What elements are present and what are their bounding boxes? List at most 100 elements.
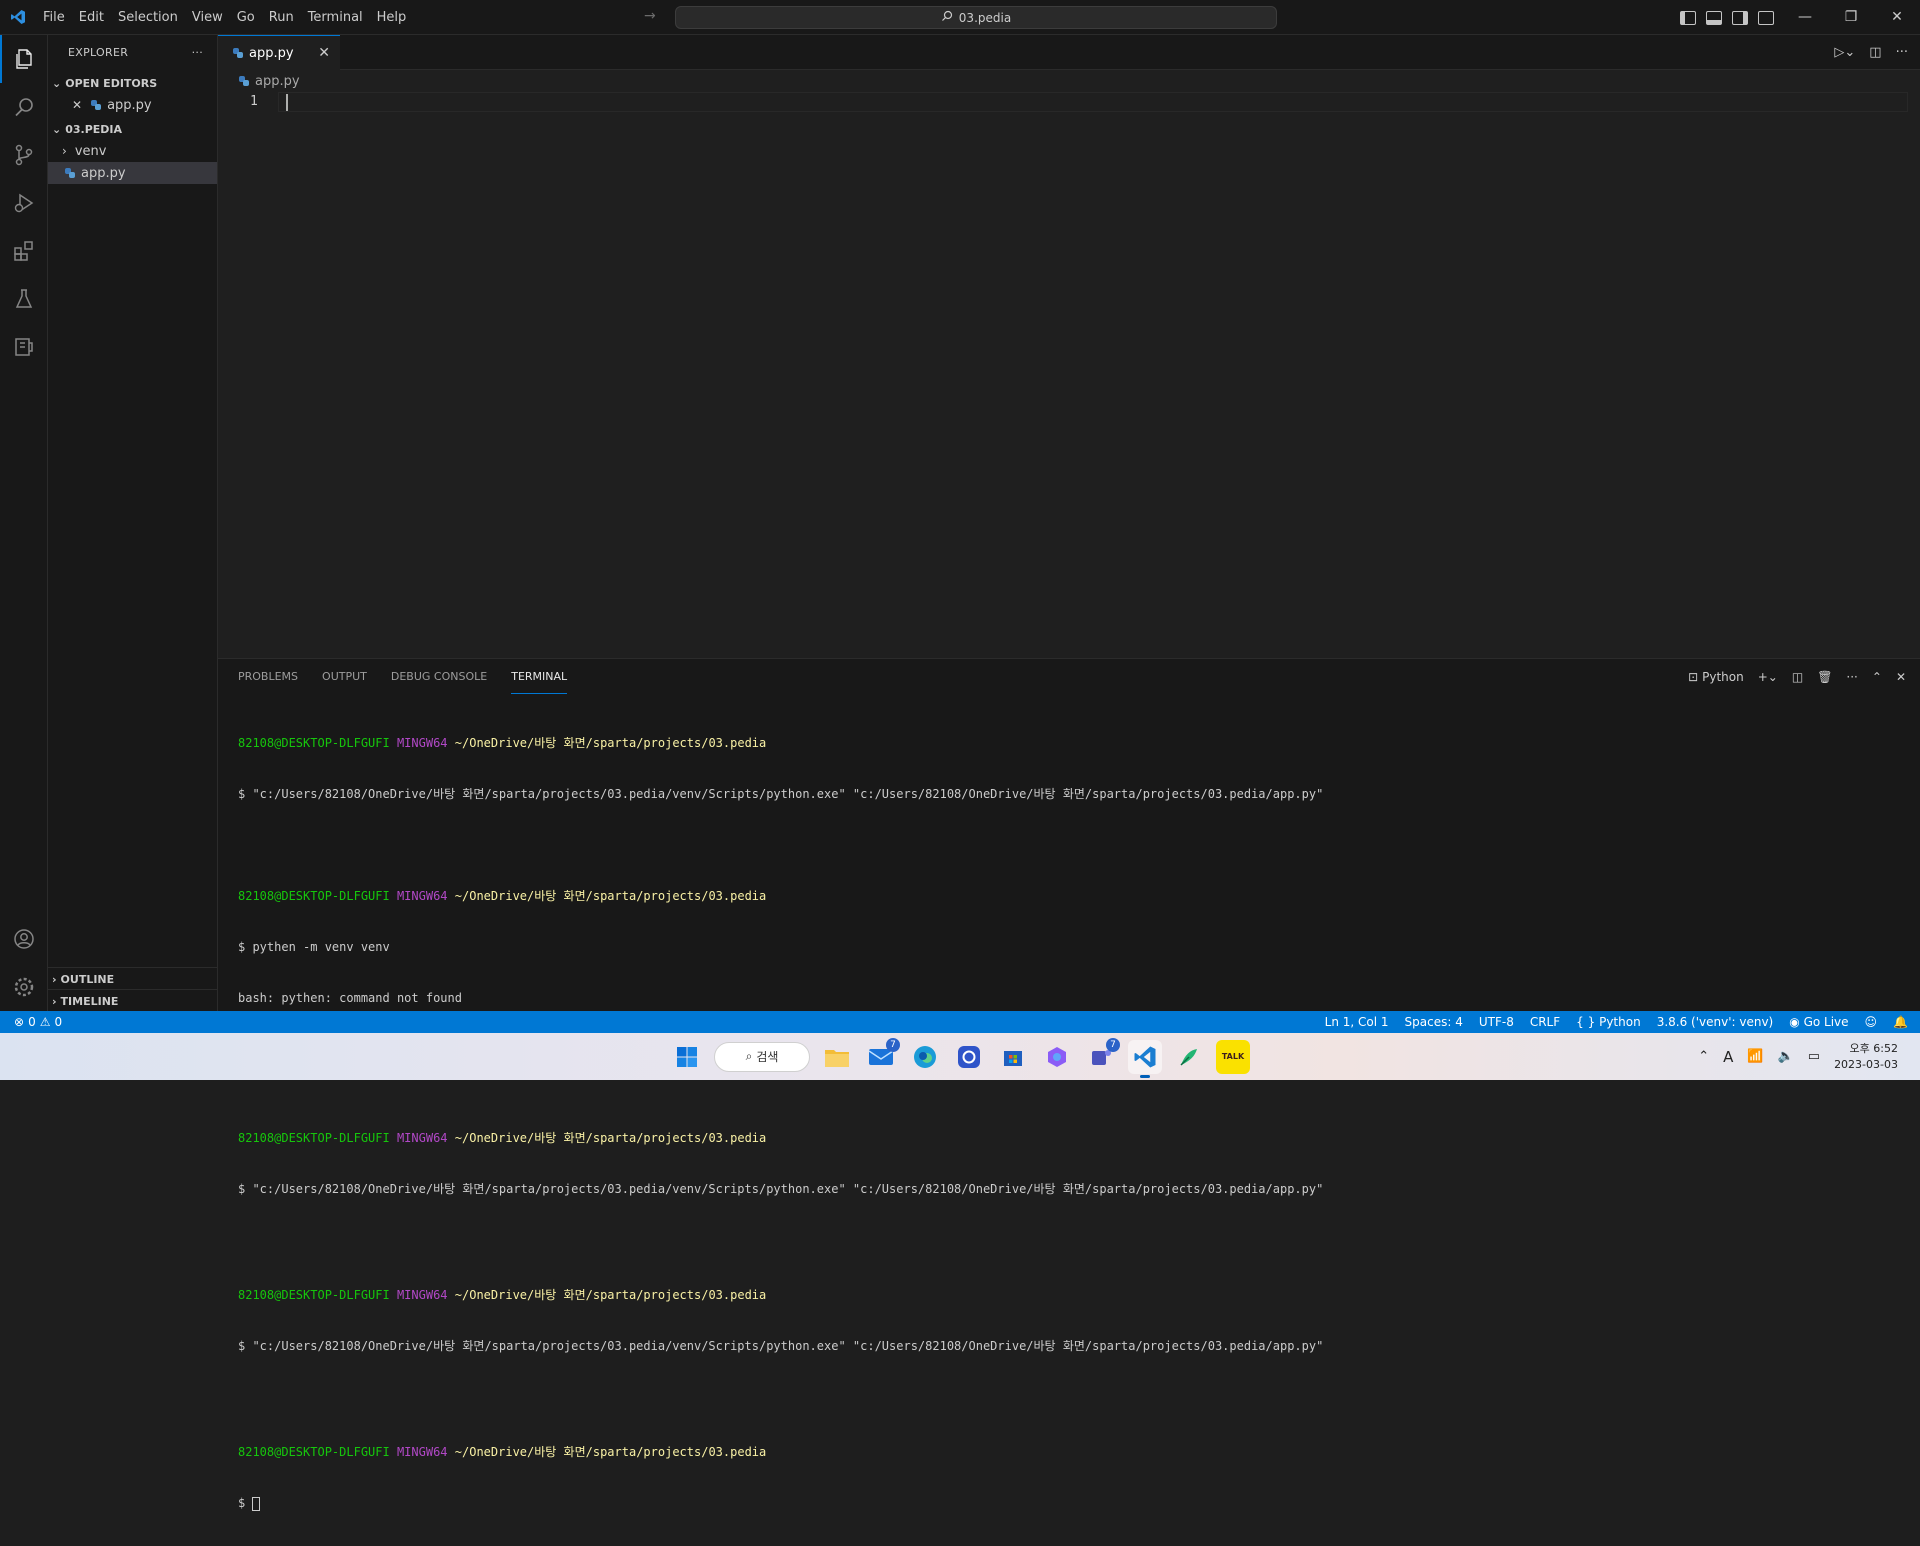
tree-item-label: venv bbox=[74, 143, 107, 159]
chevron-down-icon: ⌄ bbox=[52, 122, 62, 136]
explorer-icon[interactable] bbox=[0, 35, 48, 83]
testing-flask-icon[interactable] bbox=[0, 275, 48, 323]
current-line-highlight bbox=[278, 92, 1908, 112]
more-actions-icon[interactable]: ··· bbox=[1896, 45, 1908, 60]
menu-go[interactable]: Go bbox=[230, 0, 262, 35]
end-of-line[interactable]: CRLF bbox=[1530, 1015, 1560, 1029]
toggle-primary-sidebar-icon[interactable] bbox=[1680, 10, 1696, 25]
volume-icon[interactable]: 🔈 bbox=[1778, 1049, 1794, 1064]
breadcrumb-file[interactable]: app.py bbox=[255, 74, 300, 89]
menu-run[interactable]: Run bbox=[262, 0, 301, 35]
tab-problems[interactable]: PROBLEMS bbox=[238, 659, 298, 694]
edge-browser-icon[interactable] bbox=[908, 1040, 942, 1074]
feather-app-icon[interactable] bbox=[1172, 1040, 1206, 1074]
clock[interactable]: 오후 6:52 2023-03-03 bbox=[1834, 1041, 1898, 1073]
trash-icon[interactable]: 🗑 bbox=[1817, 670, 1832, 684]
gear-icon[interactable] bbox=[0, 963, 48, 1011]
wifi-icon[interactable]: 📶 bbox=[1747, 1049, 1763, 1064]
taskbar-search[interactable]: ⌕ 검색 bbox=[714, 1041, 810, 1072]
maximize-panel-icon[interactable]: ⌃ bbox=[1872, 670, 1882, 684]
new-terminal-icon[interactable]: +⌄ bbox=[1758, 670, 1778, 684]
go-live[interactable]: ◉ Go Live bbox=[1789, 1015, 1848, 1029]
accounts-icon[interactable] bbox=[0, 915, 48, 963]
timeline-section[interactable]: › TIMELINE bbox=[48, 989, 218, 1012]
tab-terminal[interactable]: TERMINAL bbox=[511, 659, 568, 694]
folder-section[interactable]: ⌄ 03.PEDIA bbox=[48, 118, 217, 140]
menu-selection[interactable]: Selection bbox=[111, 0, 185, 35]
minimize-icon[interactable]: — bbox=[1782, 0, 1828, 35]
encoding[interactable]: UTF-8 bbox=[1479, 1015, 1514, 1029]
open-editor-item[interactable]: ✕ app.py bbox=[48, 94, 217, 116]
indentation[interactable]: Spaces: 4 bbox=[1405, 1015, 1463, 1029]
tab-debug-console[interactable]: DEBUG CONSOLE bbox=[391, 659, 487, 694]
open-editor-label: app.py bbox=[107, 97, 152, 113]
more-actions-icon[interactable]: ··· bbox=[1846, 670, 1857, 684]
menu-help[interactable]: Help bbox=[370, 0, 414, 35]
remote-explorer-icon[interactable] bbox=[0, 323, 48, 371]
source-control-icon[interactable] bbox=[0, 131, 48, 179]
feedback-icon[interactable]: ☺ bbox=[1865, 1015, 1878, 1029]
broadcast-icon: ◉ bbox=[1789, 1015, 1800, 1029]
terminal-prompt: 82108@DESKTOP-DLFGUFI MINGW64 ~/OneDrive… bbox=[238, 1445, 767, 1459]
mail-icon[interactable]: 7 bbox=[864, 1037, 900, 1074]
tree-item-venv[interactable]: › venv bbox=[48, 140, 217, 162]
copilot-icon[interactable] bbox=[1040, 1040, 1074, 1074]
outline-title: OUTLINE bbox=[60, 972, 115, 986]
error-icon: ⊗ bbox=[14, 1015, 25, 1029]
toggle-panel-icon[interactable] bbox=[1706, 10, 1722, 25]
line-number: 1 bbox=[250, 94, 258, 109]
battery-icon[interactable]: ▭ bbox=[1808, 1049, 1820, 1064]
text-cursor bbox=[286, 94, 288, 111]
cursor-position[interactable]: Ln 1, Col 1 bbox=[1325, 1015, 1389, 1029]
notifications-bell-icon[interactable]: 🔔 bbox=[1893, 1015, 1908, 1029]
language-mode[interactable]: { } Python bbox=[1576, 1015, 1641, 1029]
chevron-up-icon[interactable]: ⌃ bbox=[1698, 1049, 1709, 1064]
split-terminal-icon[interactable]: ◫ bbox=[1792, 670, 1803, 684]
python-interpreter[interactable]: 3.8.6 ('venv': venv) bbox=[1657, 1015, 1774, 1029]
code-editor[interactable]: 1 bbox=[218, 92, 1920, 658]
more-actions-icon[interactable]: ··· bbox=[192, 46, 203, 59]
tab-output[interactable]: OUTPUT bbox=[322, 659, 367, 694]
command-center[interactable]: 03.pedia bbox=[675, 6, 1277, 29]
vscode-taskbar-icon[interactable] bbox=[1128, 1039, 1162, 1078]
microsoft-store-icon[interactable] bbox=[996, 1040, 1030, 1074]
editor-actions: ▷⌄ ◫ ··· bbox=[1834, 35, 1908, 70]
teams-icon[interactable]: 7 bbox=[1084, 1037, 1120, 1074]
split-editor-icon[interactable]: ◫ bbox=[1869, 45, 1881, 60]
vscode-logo-icon bbox=[0, 0, 36, 35]
close-window-icon[interactable]: ✕ bbox=[1874, 0, 1920, 35]
panel-tabs: PROBLEMS OUTPUT DEBUG CONSOLE TERMINAL bbox=[238, 659, 568, 694]
menu-view[interactable]: View bbox=[185, 0, 230, 35]
customize-layout-icon[interactable] bbox=[1758, 10, 1774, 25]
close-panel-icon[interactable]: ✕ bbox=[1896, 670, 1906, 684]
open-editors-section[interactable]: ⌄ OPEN EDITORS bbox=[48, 72, 217, 94]
toggle-secondary-sidebar-icon[interactable] bbox=[1732, 10, 1748, 25]
menu-edit[interactable]: Edit bbox=[72, 0, 111, 35]
file-explorer-icon[interactable] bbox=[820, 1040, 854, 1074]
tab-app-py[interactable]: app.py ✕ bbox=[218, 35, 340, 70]
search-view-icon[interactable] bbox=[0, 83, 48, 131]
run-debug-icon[interactable] bbox=[0, 179, 48, 227]
outline-section[interactable]: › OUTLINE bbox=[48, 967, 218, 990]
close-icon[interactable]: ✕ bbox=[72, 98, 82, 112]
forward-arrow-icon[interactable]: → bbox=[644, 8, 656, 24]
close-tab-icon[interactable]: ✕ bbox=[318, 45, 330, 61]
kakaotalk-icon[interactable]: TALK bbox=[1216, 1039, 1250, 1074]
restore-icon[interactable]: ❐ bbox=[1828, 0, 1874, 35]
problems-status[interactable]: ⊗ 0 ⚠ 0 bbox=[14, 1011, 62, 1033]
run-python-icon[interactable]: ▷⌄ bbox=[1834, 45, 1855, 60]
menu-terminal[interactable]: Terminal bbox=[301, 0, 370, 35]
tab-label: app.py bbox=[249, 45, 294, 61]
terminal-output[interactable]: 82108@DESKTOP-DLFGUFI MINGW64 ~/OneDrive… bbox=[238, 701, 1898, 1546]
taskbar-search-label: 검색 bbox=[756, 1050, 779, 1064]
menu-file[interactable]: File bbox=[36, 0, 72, 35]
extensions-icon[interactable] bbox=[0, 227, 48, 275]
app-circle-icon[interactable] bbox=[952, 1040, 986, 1074]
tree-item-app-py[interactable]: app.py bbox=[48, 162, 217, 184]
system-tray: ⌃ A 📶 🔈 ▭ 오후 6:52 2023-03-03 bbox=[1698, 1033, 1920, 1080]
chevron-right-icon: › bbox=[52, 994, 57, 1008]
windows-start-icon[interactable] bbox=[670, 1040, 704, 1074]
error-count: 0 bbox=[28, 1015, 36, 1029]
terminal-profile[interactable]: Python bbox=[1702, 670, 1744, 684]
input-language[interactable]: A bbox=[1723, 1048, 1733, 1066]
